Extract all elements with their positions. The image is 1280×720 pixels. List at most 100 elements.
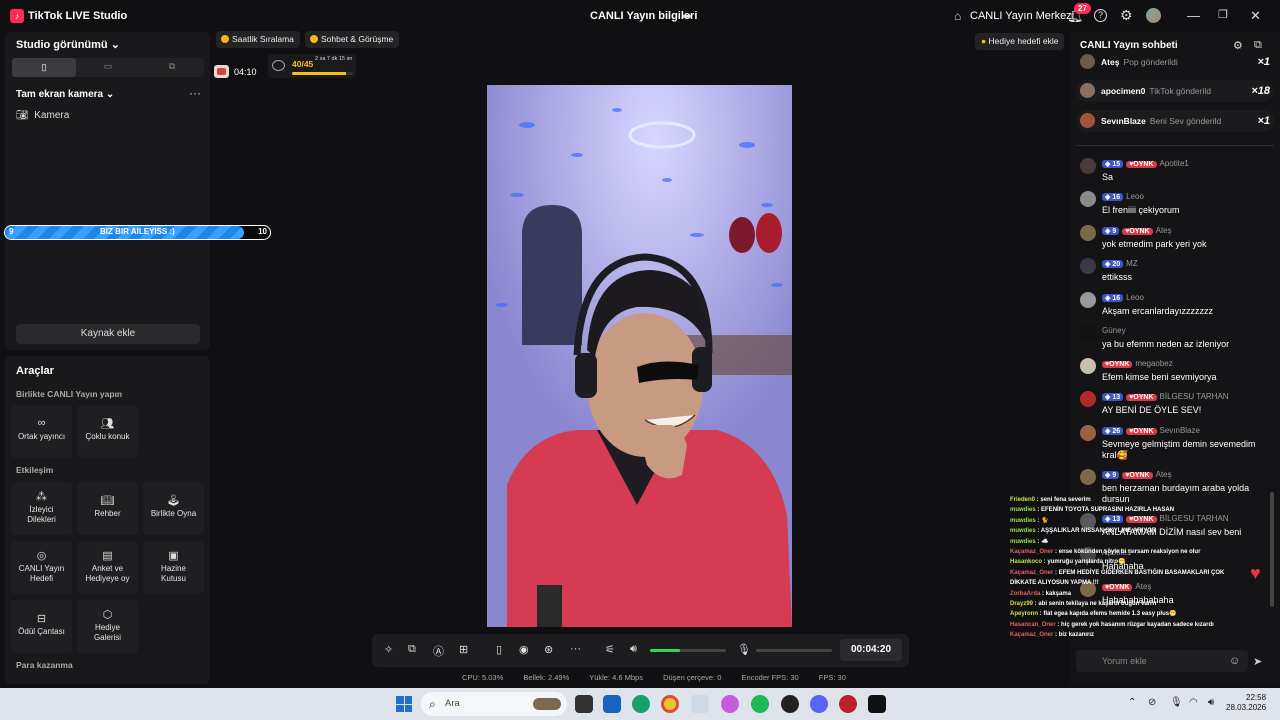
mixer-icon[interactable]: ⚟ [605,643,615,656]
multiguest-button[interactable]: 👥︎ Çoklu konuk [77,405,138,458]
weather-widget-icon[interactable] [533,698,561,710]
treasure-box-button[interactable]: ▣ Hazine Kutusu [143,541,204,594]
help-icon[interactable]: ? [1094,9,1107,22]
chat-scrollbar[interactable] [1270,492,1274,607]
steam-icon[interactable] [781,695,799,713]
overlay-username: Frieden0 [1010,497,1036,503]
microphone-icon[interactable]: 🎙︎ [737,643,751,656]
level-chip[interactable]: 40/45 2 sa 7 dk 15 sn [268,54,356,78]
clock[interactable]: 22:58 28.03.2026 [1226,693,1266,713]
overlay-username: Hasancan_Oner [1010,621,1056,628]
ai-icon[interactable]: Ⓐ [433,643,444,659]
studio-panel: Studio görünümü ⌄ ▯ ▭ ⧉ Tam ekran kamera… [5,32,210,350]
add-overlay-icon[interactable]: ⊞ [459,643,468,656]
chat-username[interactable]: Leoo [1126,192,1144,201]
chrome-icon[interactable] [661,695,679,713]
media-player-icon[interactable] [839,695,857,713]
chat-username[interactable]: Güney [1102,326,1126,335]
chat-username[interactable]: Ateş [1156,226,1172,235]
chat-message-header: ◈ 16 Leoo [1102,293,1144,302]
network-off-icon[interactable]: ⊘ [1148,697,1156,708]
avatar [1080,425,1096,441]
overlay-chat-line: Drayz99 : abi senin tekilaya ne kaşardı … [1010,599,1270,609]
mic-volume-slider[interactable] [756,649,832,652]
effects-icon[interactable]: ⧉ [408,643,416,656]
book-icon: 📖︎ [100,495,115,507]
chat-message-header: ◈ 26 ♥OYNK SevınBlaze [1102,426,1200,435]
discord-icon[interactable] [810,695,828,713]
record-icon[interactable]: ◉ [519,643,529,656]
overlay-username: muwdies [1010,517,1036,524]
hourly-ranking-chip[interactable]: Saatlik Sıralama [216,31,300,48]
minimize-icon[interactable]: — [1187,8,1200,23]
speaker-icon[interactable]: 🔊︎ [630,643,637,656]
gift-count: ×1 [1257,115,1270,127]
add-source-button[interactable]: Kaynak ekle [16,324,200,344]
chat-username[interactable]: Leoo [1126,293,1144,302]
microphone-icon[interactable]: 🎙︎ [1170,697,1183,708]
chat-meet-chip[interactable]: Sohbet & Görüşme [305,31,400,48]
scene-dropdown[interactable]: Tam ekran kamera ⌄ [16,89,114,100]
windows-start-icon[interactable] [396,696,412,712]
wifi-icon[interactable]: ◠ [1189,697,1198,708]
guide-button[interactable]: 📖︎ Rehber [77,482,138,535]
copilot-icon[interactable] [721,695,739,713]
chat-username[interactable]: megaobez [1135,359,1172,368]
level-badge: ◈ 9 [1102,471,1120,479]
magic-wand-icon[interactable]: ✧ [384,643,393,656]
avatar [1080,469,1096,485]
share-icon[interactable]: ➦ [682,9,692,23]
gift-sender-name: SevınBlaze [1101,116,1146,126]
more-icon[interactable]: ··· [570,643,581,655]
chat-username[interactable]: Apotite1 [1160,159,1189,168]
settings-icon[interactable] [691,695,709,713]
dropped-frames-stat: Düşen çerçeve: 0 [663,673,722,682]
edge-icon[interactable] [632,695,650,713]
source-item-camera[interactable]: 📷︎ Kamera [16,110,69,121]
emoji-icon[interactable]: ☺ [1229,655,1240,667]
overlay-chat-line: muwdies : ☁️ [1010,537,1270,547]
task-view-icon[interactable] [575,695,593,713]
tile-label: Ortak yayıncı [17,432,66,441]
avatar[interactable] [1146,8,1161,23]
live-center-link[interactable]: CANLI Yayın Merkezi [970,10,1074,22]
outlook-icon[interactable] [603,695,621,713]
gear-icon[interactable]: ⚙ [1120,7,1133,24]
gift-goal-button[interactable]: ● Hediye hedefi ekle [975,33,1065,50]
phone-icon[interactable]: ▯ [496,643,502,656]
cohost-button[interactable]: ∞ Ortak yayıncı [11,405,72,458]
chat-username[interactable]: MZ [1126,259,1138,268]
chat-username[interactable]: BİLGESU TARHAN [1160,392,1229,401]
send-icon[interactable]: ➤ [1253,655,1262,668]
avatar [1080,191,1096,207]
camera-icon: 📷︎ [16,110,29,121]
tiktok-taskbar-icon[interactable] [868,695,886,713]
overlay-username: Drayz99 [1010,601,1034,608]
overlay-chat-line: ZorbaArda : kakşama [1010,589,1270,599]
viewer-requests-button[interactable]: ⁂ İzleyici Dilekleri [11,482,72,535]
chat-username[interactable]: SevınBlaze [1160,426,1200,435]
reward-bag-button[interactable]: ⊟ Ödül Çantası [11,600,72,653]
avatar [1080,83,1095,98]
dual-view-button[interactable]: ⧉ [140,61,204,74]
chat-username[interactable]: Ateş [1156,470,1172,479]
portrait-view-button[interactable]: ▯ [12,58,76,77]
studio-view-dropdown[interactable]: Studio görünümü ⌄ [16,38,120,51]
play-together-button[interactable]: 🕹︎ Birlikte Oyna [143,482,204,535]
bulb-icon: ● [981,36,987,46]
more-icon[interactable]: ··· [189,86,201,100]
spotify-icon[interactable] [751,695,769,713]
chat-input[interactable]: Yorum ekle [1076,650,1248,672]
maximize-icon[interactable]: ❐ [1218,8,1228,21]
speaker-icon[interactable]: 🔊︎ [1208,697,1214,708]
chat-message-header: ◈ 16 Leoo [1102,192,1144,201]
live-goal-button[interactable]: ◎ CANLI Yayın Hedefi [11,541,72,594]
landscape-view-button[interactable]: ▭ [76,61,140,74]
volume-slider[interactable] [650,649,726,652]
chat-message: ◈ 13 ♥OYNK BİLGESU TARHAN AY BENİ DE ÖYLE S… [1080,390,1260,420]
close-icon[interactable]: ✕ [1250,8,1261,24]
gift-gallery-button[interactable]: ⬡ Hediye Galerisi [77,600,138,653]
poll-button[interactable]: ▤ Anket ve Hediyeye oy [77,541,138,594]
broadcast-icon[interactable]: ⊛ [544,643,553,656]
chevron-up-icon[interactable]: ⌃ [1128,697,1136,708]
